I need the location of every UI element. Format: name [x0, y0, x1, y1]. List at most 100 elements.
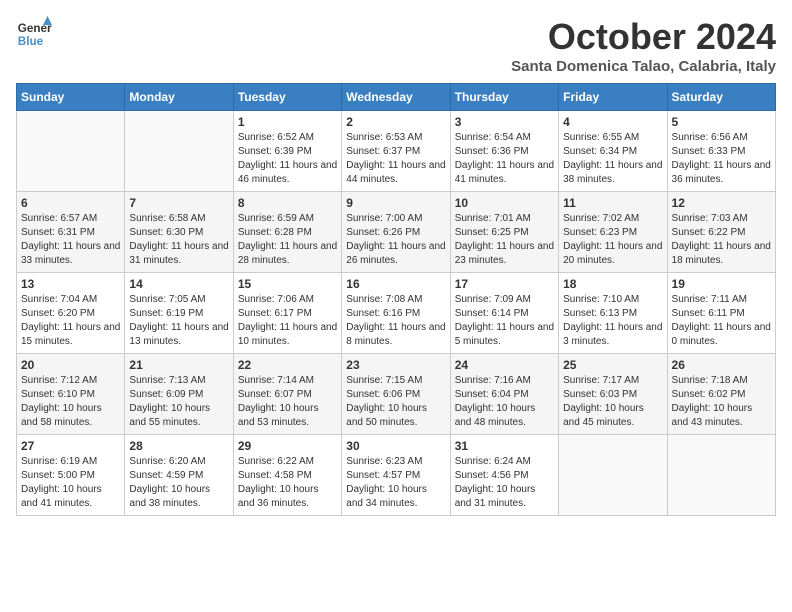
day-detail: Sunrise: 6:54 AM Sunset: 6:36 PM Dayligh… [455, 131, 554, 187]
day-number: 24 [455, 358, 554, 372]
calendar-cell: 2 Sunrise: 6:53 AM Sunset: 6:37 PM Daylig… [342, 111, 450, 192]
day-number: 23 [346, 358, 445, 372]
calendar-cell: 23 Sunrise: 7:15 AM Sunset: 6:06 PM Dayli… [342, 354, 450, 435]
day-number: 7 [129, 196, 228, 210]
day-detail: Sunrise: 6:22 AM Sunset: 4:58 PM Dayligh… [238, 455, 337, 511]
calendar-cell: 7 Sunrise: 6:58 AM Sunset: 6:30 PM Daylig… [125, 192, 233, 273]
day-number: 29 [238, 439, 337, 453]
calendar-week-row: 27 Sunrise: 6:19 AM Sunset: 5:00 PM Dayli… [17, 435, 776, 516]
calendar-cell: 19 Sunrise: 7:11 AM Sunset: 6:11 PM Dayli… [667, 273, 775, 354]
calendar-cell: 22Sunrise: 7:14 AM Sunset: 6:07 PM Dayli… [233, 354, 341, 435]
calendar-cell: 12 Sunrise: 7:03 AM Sunset: 6:22 PM Dayli… [667, 192, 775, 273]
day-detail: Sunrise: 6:59 AM Sunset: 6:28 PM Dayligh… [238, 212, 337, 268]
day-of-week-header: Monday [125, 84, 233, 111]
calendar-cell [17, 111, 125, 192]
calendar-cell: 3 Sunrise: 6:54 AM Sunset: 6:36 PM Daylig… [450, 111, 558, 192]
day-detail: Sunrise: 7:11 AM Sunset: 6:11 PM Dayligh… [672, 293, 771, 349]
day-number: 5 [672, 115, 771, 129]
day-detail: Sunrise: 7:00 AM Sunset: 6:26 PM Dayligh… [346, 212, 445, 268]
day-detail: Sunrise: 6:57 AM Sunset: 6:31 PM Dayligh… [21, 212, 120, 268]
day-number: 13 [21, 277, 120, 291]
day-detail: Sunrise: 6:19 AM Sunset: 5:00 PM Dayligh… [21, 455, 120, 511]
calendar-cell: 25 Sunrise: 7:17 AM Sunset: 6:03 PM Dayli… [559, 354, 667, 435]
calendar-cell [125, 111, 233, 192]
day-number: 21 [129, 358, 228, 372]
month-title: October 2024 [511, 16, 776, 58]
calendar-cell: 9 Sunrise: 7:00 AM Sunset: 6:26 PM Daylig… [342, 192, 450, 273]
calendar-cell: 10 Sunrise: 7:01 AM Sunset: 6:25 PM Dayli… [450, 192, 558, 273]
day-detail: Sunrise: 6:55 AM Sunset: 6:34 PM Dayligh… [563, 131, 662, 187]
day-number: 26 [672, 358, 771, 372]
calendar-cell [667, 435, 775, 516]
day-detail: Sunrise: 6:24 AM Sunset: 4:56 PM Dayligh… [455, 455, 554, 511]
day-detail: Sunrise: 6:58 AM Sunset: 6:30 PM Dayligh… [129, 212, 228, 268]
calendar-cell: 30 Sunrise: 6:23 AM Sunset: 4:57 PM Dayli… [342, 435, 450, 516]
day-detail: Sunrise: 7:10 AM Sunset: 6:13 PM Dayligh… [563, 293, 662, 349]
calendar-table: SundayMondayTuesdayWednesdayThursdayFrid… [16, 83, 776, 516]
day-number: 25 [563, 358, 662, 372]
svg-text:Blue: Blue [18, 35, 44, 48]
calendar-cell: 6Sunrise: 6:57 AM Sunset: 6:31 PM Daylig… [17, 192, 125, 273]
title-block: October 2024 Santa Domenica Talao, Calab… [511, 16, 776, 75]
day-number: 15 [238, 277, 337, 291]
calendar-cell: 27 Sunrise: 6:19 AM Sunset: 5:00 PM Dayli… [17, 435, 125, 516]
calendar-cell: 4Sunrise: 6:55 AM Sunset: 6:34 PM Daylig… [559, 111, 667, 192]
day-detail: Sunrise: 7:09 AM Sunset: 6:14 PM Dayligh… [455, 293, 554, 349]
logo: General Blue [16, 16, 52, 52]
day-detail: Sunrise: 6:23 AM Sunset: 4:57 PM Dayligh… [346, 455, 445, 511]
location-subtitle: Santa Domenica Talao, Calabria, Italy [511, 58, 776, 75]
day-number: 10 [455, 196, 554, 210]
calendar-cell: 18Sunrise: 7:10 AM Sunset: 6:13 PM Dayli… [559, 273, 667, 354]
day-of-week-header: Saturday [667, 84, 775, 111]
day-number: 20 [21, 358, 120, 372]
day-detail: Sunrise: 7:18 AM Sunset: 6:02 PM Dayligh… [672, 374, 771, 430]
day-detail: Sunrise: 7:05 AM Sunset: 6:19 PM Dayligh… [129, 293, 228, 349]
day-detail: Sunrise: 7:14 AM Sunset: 6:07 PM Dayligh… [238, 374, 337, 430]
calendar-body: 1 Sunrise: 6:52 AM Sunset: 6:39 PM Daylig… [17, 111, 776, 516]
day-number: 2 [346, 115, 445, 129]
calendar-cell: 21 Sunrise: 7:13 AM Sunset: 6:09 PM Dayli… [125, 354, 233, 435]
calendar-cell: 29 Sunrise: 6:22 AM Sunset: 4:58 PM Dayli… [233, 435, 341, 516]
day-number: 14 [129, 277, 228, 291]
day-number: 8 [238, 196, 337, 210]
logo-icon: General Blue [16, 16, 52, 52]
day-detail: Sunrise: 7:17 AM Sunset: 6:03 PM Dayligh… [563, 374, 662, 430]
calendar-cell: 26 Sunrise: 7:18 AM Sunset: 6:02 PM Dayli… [667, 354, 775, 435]
day-number: 28 [129, 439, 228, 453]
day-number: 27 [21, 439, 120, 453]
calendar-cell: 20 Sunrise: 7:12 AM Sunset: 6:10 PM Dayli… [17, 354, 125, 435]
calendar-cell: 5 Sunrise: 6:56 AM Sunset: 6:33 PM Daylig… [667, 111, 775, 192]
day-detail: Sunrise: 7:06 AM Sunset: 6:17 PM Dayligh… [238, 293, 337, 349]
calendar-week-row: 20 Sunrise: 7:12 AM Sunset: 6:10 PM Dayli… [17, 354, 776, 435]
page-header: General Blue October 2024 Santa Domenica… [16, 16, 776, 75]
day-detail: Sunrise: 7:12 AM Sunset: 6:10 PM Dayligh… [21, 374, 120, 430]
calendar-week-row: 13 Sunrise: 7:04 AM Sunset: 6:20 PM Dayli… [17, 273, 776, 354]
day-number: 30 [346, 439, 445, 453]
day-number: 9 [346, 196, 445, 210]
calendar-cell: 31Sunrise: 6:24 AM Sunset: 4:56 PM Dayli… [450, 435, 558, 516]
day-of-week-header: Wednesday [342, 84, 450, 111]
day-number: 1 [238, 115, 337, 129]
day-detail: Sunrise: 7:15 AM Sunset: 6:06 PM Dayligh… [346, 374, 445, 430]
day-of-week-header: Sunday [17, 84, 125, 111]
calendar-cell: 28Sunrise: 6:20 AM Sunset: 4:59 PM Dayli… [125, 435, 233, 516]
calendar-cell: 17Sunrise: 7:09 AM Sunset: 6:14 PM Dayli… [450, 273, 558, 354]
day-of-week-header: Thursday [450, 84, 558, 111]
day-detail: Sunrise: 7:13 AM Sunset: 6:09 PM Dayligh… [129, 374, 228, 430]
calendar-week-row: 1 Sunrise: 6:52 AM Sunset: 6:39 PM Daylig… [17, 111, 776, 192]
day-detail: Sunrise: 7:16 AM Sunset: 6:04 PM Dayligh… [455, 374, 554, 430]
day-detail: Sunrise: 6:52 AM Sunset: 6:39 PM Dayligh… [238, 131, 337, 187]
day-number: 19 [672, 277, 771, 291]
day-detail: Sunrise: 6:53 AM Sunset: 6:37 PM Dayligh… [346, 131, 445, 187]
calendar-cell: 11Sunrise: 7:02 AM Sunset: 6:23 PM Dayli… [559, 192, 667, 273]
day-detail: Sunrise: 6:56 AM Sunset: 6:33 PM Dayligh… [672, 131, 771, 187]
day-number: 12 [672, 196, 771, 210]
day-detail: Sunrise: 7:04 AM Sunset: 6:20 PM Dayligh… [21, 293, 120, 349]
calendar-week-row: 6Sunrise: 6:57 AM Sunset: 6:31 PM Daylig… [17, 192, 776, 273]
day-detail: Sunrise: 7:03 AM Sunset: 6:22 PM Dayligh… [672, 212, 771, 268]
day-detail: Sunrise: 7:01 AM Sunset: 6:25 PM Dayligh… [455, 212, 554, 268]
calendar-cell: 8 Sunrise: 6:59 AM Sunset: 6:28 PM Daylig… [233, 192, 341, 273]
day-detail: Sunrise: 7:08 AM Sunset: 6:16 PM Dayligh… [346, 293, 445, 349]
day-number: 3 [455, 115, 554, 129]
day-of-week-header: Friday [559, 84, 667, 111]
